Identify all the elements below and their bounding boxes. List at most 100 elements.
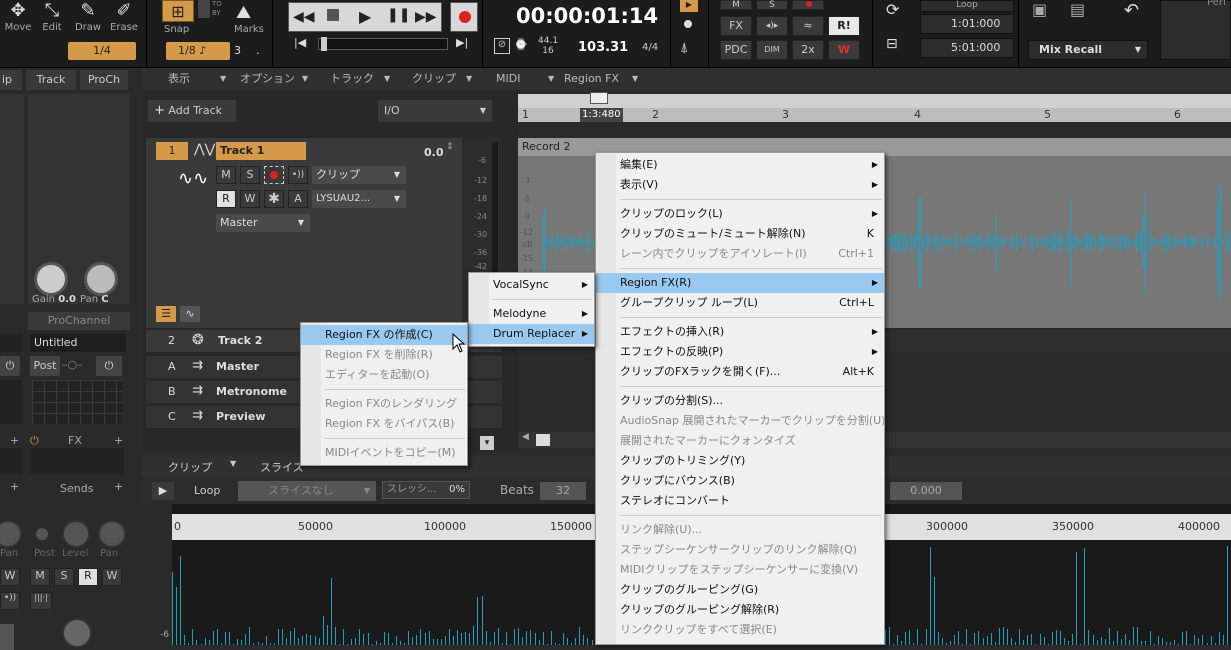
drum-replacer-menu-item[interactable]: Region FX を削除(R) <box>301 345 467 365</box>
context-menu-item[interactable]: クリップにバウンス(B) <box>596 471 884 491</box>
track-volume[interactable]: 0.0 <box>424 146 444 159</box>
punch-icon[interactable]: ⊟ <box>886 36 898 52</box>
track-output-select[interactable]: Master ▼ <box>216 214 310 232</box>
play-icon[interactable]: ▶ <box>152 482 174 500</box>
tab-clip[interactable]: クリップ <box>168 459 212 475</box>
lanes-icon[interactable]: ☰ <box>156 306 176 322</box>
metronome-icon[interactable]: ⌚ <box>514 38 528 51</box>
fx-bin[interactable] <box>30 448 124 474</box>
waveform-icon[interactable]: |||·| <box>30 592 52 610</box>
track-1-header[interactable]: 1 ⋀⋁ Track 1 0.0 ⇕ ∿∿ M S •)) クリップ ▼ R W … <box>146 138 462 328</box>
plus-icon[interactable]: + <box>10 480 19 493</box>
menu-view[interactable]: 表示 <box>168 68 190 90</box>
context-menu-item[interactable]: クリップのグルーピング(G) <box>596 580 884 600</box>
mix-recall-select[interactable]: Mix Recall ▼ <box>1028 40 1148 60</box>
context-menu-item[interactable]: クリップのFXラックを開く(F)... Alt+K <box>596 362 884 382</box>
draw-tool[interactable]: ✎ Draw <box>70 0 106 40</box>
context-menu-item[interactable]: エフェクトの反映(P) ▶ <box>596 342 884 362</box>
snap-icon[interactable]: ⊞ <box>162 0 194 22</box>
speaker-icon[interactable]: ◂)▸ <box>756 16 788 36</box>
read-all-button[interactable]: R! <box>828 16 860 36</box>
document-icon[interactable]: ▤ <box>1070 0 1085 19</box>
now-time-marker-icon[interactable] <box>590 92 608 104</box>
loop-icon[interactable]: ⟳ <box>886 0 899 19</box>
drum-replacer-menu-item[interactable]: エディターを起動(O) <box>301 365 467 385</box>
2x-button[interactable]: 2x <box>792 40 824 60</box>
automation-lane-icon[interactable]: ∿ <box>180 306 200 322</box>
power-icon[interactable]: ⏻ <box>0 356 20 376</box>
mute-button[interactable]: M <box>30 568 50 586</box>
menu-clip[interactable]: クリップ <box>412 68 456 90</box>
play-icon[interactable]: ▶ <box>359 7 371 26</box>
context-menu-item[interactable]: AudioSnap 展開されたマーカーでクリップを分割(U) <box>596 411 884 431</box>
send-pan-knob[interactable] <box>98 520 126 548</box>
read-button[interactable]: R <box>78 568 98 586</box>
context-menu-item[interactable]: ステップシーケンサークリップのリンク解除(Q) <box>596 540 884 560</box>
write-button[interactable]: W <box>102 568 122 586</box>
threshold-slider[interactable]: スレッシ... 0% <box>382 481 470 499</box>
fader-left[interactable] <box>0 624 14 650</box>
scroll-left-icon[interactable]: ◀ <box>522 432 529 442</box>
context-menu-item[interactable]: MIDIクリップをステップシーケンサーに変換(V) <box>596 560 884 580</box>
plus-icon[interactable]: + <box>114 480 123 493</box>
region-fx-menu-item[interactable]: Drum Replacer ▶ <box>469 324 594 344</box>
go-to-start-icon[interactable]: |◀ <box>294 36 306 49</box>
region-fx-menu-item[interactable]: VocalSync ▶ <box>469 275 594 295</box>
spin-icon[interactable]: ⇕ <box>446 142 454 152</box>
write-button-left[interactable]: W <box>0 568 20 586</box>
power-icon[interactable]: ⏻ <box>96 356 122 376</box>
context-menu-item[interactable]: 展開されたマーカーにクォンタイズ <box>596 431 884 451</box>
mute-all-button[interactable]: M <box>720 0 752 10</box>
collapse-icon[interactable]: ▾ <box>480 436 494 450</box>
stop-icon[interactable] <box>327 9 339 21</box>
tempo-display[interactable]: 103.31 <box>578 40 628 55</box>
add-track-button[interactable]: + Add Track <box>148 100 236 122</box>
context-menu-item[interactable]: グループクリップ ループ(L) Ctrl+L <box>596 293 884 313</box>
move-tool[interactable]: ✥ Move <box>0 0 36 40</box>
eq-display[interactable] <box>32 380 122 424</box>
drum-replacer-menu-item[interactable]: Region FXのレンダリング <box>301 394 467 414</box>
solo-button[interactable]: S <box>54 568 74 586</box>
dot-icon[interactable] <box>684 20 692 28</box>
solo-all-button[interactable]: S <box>756 0 788 10</box>
undo-icon[interactable]: ↶ <box>1124 0 1139 21</box>
input-echo-icon[interactable]: •)) <box>288 166 308 184</box>
drum-replacer-menu-item[interactable]: Region FX の作成(C) <box>301 325 467 345</box>
write-all-icon[interactable]: W <box>828 40 860 60</box>
inspector-tab-prochannel[interactable]: ProCh <box>80 70 128 90</box>
context-menu-item[interactable]: 表示(V) ▶ <box>596 175 884 195</box>
drum-replacer-menu-item[interactable]: Region FX をバイパス(B) <box>301 414 467 434</box>
track-mute-button[interactable]: M <box>216 166 236 184</box>
track-clip-select[interactable]: クリップ ▼ <box>312 166 406 184</box>
context-menu-item[interactable]: ステレオにコンバート <box>596 491 884 511</box>
plus-icon[interactable]: + <box>114 434 123 447</box>
post-toggle[interactable]: Post <box>30 356 60 376</box>
beats-field[interactable]: 32 <box>540 482 586 500</box>
bus-name[interactable]: Metronome <box>216 385 287 398</box>
track-arm-button[interactable] <box>264 166 284 184</box>
loop-start[interactable]: 1:01:000 <box>920 14 1014 34</box>
menu-region-fx[interactable]: Region FX <box>564 68 619 90</box>
track-solo-button[interactable]: S <box>240 166 260 184</box>
edit-tool[interactable]: ⤡ Edit <box>34 0 70 40</box>
snap-toggle[interactable] <box>198 0 210 18</box>
menu-midi[interactable]: MIDI <box>496 68 520 90</box>
drum-replacer-menu-item[interactable]: MIDIイベントをコピー(M) <box>301 443 467 463</box>
record-button[interactable] <box>450 2 478 32</box>
context-menu-item[interactable]: 編集(E) ▶ <box>596 155 884 175</box>
prochannel-preset[interactable]: Untitled <box>30 334 126 352</box>
pan-knob[interactable] <box>84 262 118 296</box>
snap-grid-value[interactable]: 1/4 <box>68 42 136 60</box>
go-to-end-icon[interactable]: ▶| <box>456 36 468 49</box>
timeline-ruler[interactable]: 1 1:3:480 2 3 4 5 6 <box>518 92 1231 122</box>
menu-options[interactable]: オプション <box>240 68 295 90</box>
context-menu-item[interactable]: エフェクトの挿入(R) ▶ <box>596 322 884 342</box>
region-fx-menu-item[interactable]: Melodyne ▶ <box>469 304 594 324</box>
track-name[interactable]: Track 2 <box>218 334 262 347</box>
track-read-button[interactable]: R <box>216 190 236 208</box>
plus-icon[interactable]: + <box>10 434 19 447</box>
metronome-toggle-icon[interactable]: ⍋ <box>680 40 688 56</box>
erase-tool[interactable]: ✐ Erase <box>106 0 142 40</box>
play-indicator-icon[interactable]: ▶ <box>680 0 698 12</box>
rewind-icon[interactable]: ◀◀ <box>293 9 315 25</box>
